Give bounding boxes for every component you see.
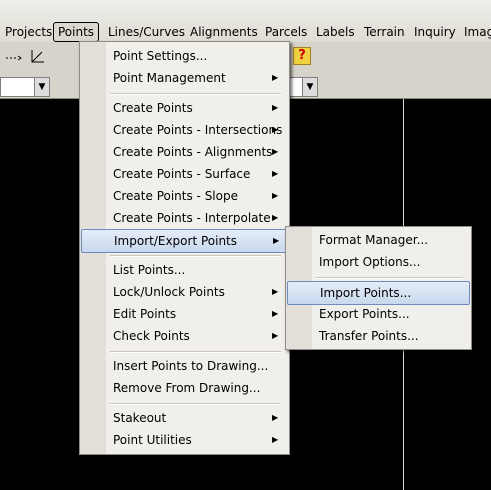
menu-item-create-points-slope[interactable]: Create Points - Slope ▶ bbox=[81, 185, 286, 207]
menu-item-import-export-points[interactable]: Import/Export Points ▶ bbox=[81, 229, 288, 253]
menu-item-label: Remove From Drawing... bbox=[113, 381, 261, 395]
menubar-item-parcels[interactable]: Parcels bbox=[261, 23, 311, 41]
menu-item-label: Create Points - Alignments bbox=[113, 145, 273, 159]
style-combo[interactable]: ▼ bbox=[288, 77, 318, 97]
submenu-arrow-icon: ▶ bbox=[272, 435, 279, 444]
menu-item-label: Create Points - Surface bbox=[113, 167, 251, 181]
menu-item-point-settings[interactable]: Point Settings... bbox=[81, 45, 286, 67]
menubar-item-image[interactable]: Image bbox=[460, 23, 491, 41]
menu-item-label: List Points... bbox=[113, 263, 186, 277]
menu-item-label: Point Management bbox=[113, 71, 226, 85]
menubar-item-projects[interactable]: Projects bbox=[1, 23, 56, 41]
menu-item-label: Check Points bbox=[113, 329, 190, 343]
menubar-item-labels[interactable]: Labels bbox=[312, 23, 359, 41]
chevron-down-icon[interactable]: ▼ bbox=[302, 78, 317, 96]
menubar-item-terrain[interactable]: Terrain bbox=[360, 23, 409, 41]
menubar-item-alignments[interactable]: Alignments bbox=[186, 23, 262, 41]
menu-item-list-points[interactable]: List Points... bbox=[81, 259, 286, 281]
submenu-item-format-manager[interactable]: Format Manager... bbox=[287, 229, 468, 251]
menu-item-label: Insert Points to Drawing... bbox=[113, 359, 269, 373]
menu-separator bbox=[110, 351, 281, 353]
submenu-arrow-icon: ▶ bbox=[272, 213, 279, 222]
menubar-item-inquiry[interactable]: Inquiry bbox=[410, 23, 460, 41]
menu-item-point-utilities[interactable]: Point Utilities ▶ bbox=[81, 429, 286, 451]
submenu-arrow-icon: ▶ bbox=[272, 287, 279, 296]
submenu-arrow-icon: ▶ bbox=[273, 236, 280, 245]
menu-item-label: Point Settings... bbox=[113, 49, 208, 63]
menu-item-create-points[interactable]: Create Points ▶ bbox=[81, 97, 286, 119]
menu-item-label: Create Points - Interpolate bbox=[113, 211, 271, 225]
menu-item-edit-points[interactable]: Edit Points ▶ bbox=[81, 303, 286, 325]
submenu-arrow-icon: ▶ bbox=[272, 73, 279, 82]
menu-item-label: Point Utilities bbox=[113, 433, 192, 447]
dotted-line-icon[interactable] bbox=[4, 46, 24, 66]
menu-item-label: Create Points - Intersections bbox=[113, 123, 283, 137]
menubar-item-points[interactable]: Points bbox=[53, 22, 100, 42]
menu-separator bbox=[110, 255, 281, 257]
submenu-item-import-points[interactable]: Import Points... bbox=[287, 281, 470, 305]
menu-item-label: Edit Points bbox=[113, 307, 177, 321]
menu-separator bbox=[110, 403, 281, 405]
angle-icon[interactable] bbox=[28, 46, 48, 66]
submenu-arrow-icon: ▶ bbox=[272, 191, 279, 200]
menu-item-remove-from-drawing[interactable]: Remove From Drawing... bbox=[81, 377, 286, 399]
chevron-down-icon[interactable]: ▼ bbox=[34, 78, 49, 96]
menu-item-lock-unlock-points[interactable]: Lock/Unlock Points ▶ bbox=[81, 281, 286, 303]
submenu-item-transfer-points[interactable]: Transfer Points... bbox=[287, 325, 468, 347]
submenu-arrow-icon: ▶ bbox=[272, 125, 279, 134]
submenu-arrow-icon: ▶ bbox=[272, 413, 279, 422]
menu-item-label: Import Options... bbox=[319, 255, 421, 269]
menu-item-create-points-intersections[interactable]: Create Points - Intersections ▶ bbox=[81, 119, 286, 141]
menu-item-label: Format Manager... bbox=[319, 233, 429, 247]
menu-bar: Projects Points Lines/Curves Alignments Parc… bbox=[0, 0, 491, 43]
menu-item-label: Transfer Points... bbox=[319, 329, 419, 343]
layer-combo[interactable]: ▼ bbox=[0, 77, 50, 97]
submenu-arrow-icon: ▶ bbox=[272, 147, 279, 156]
submenu-arrow-icon: ▶ bbox=[272, 103, 279, 112]
menu-item-create-points-interpolate[interactable]: Create Points - Interpolate ▶ bbox=[81, 207, 286, 229]
submenu-item-import-options[interactable]: Import Options... bbox=[287, 251, 468, 273]
menu-item-label: Create Points bbox=[113, 101, 193, 115]
import-export-submenu: Format Manager... Import Options... Import… bbox=[285, 226, 472, 350]
menu-item-label: Create Points - Slope bbox=[113, 189, 238, 203]
menu-item-label: Export Points... bbox=[319, 307, 410, 321]
submenu-arrow-icon: ▶ bbox=[272, 169, 279, 178]
submenu-item-export-points[interactable]: Export Points... bbox=[287, 303, 468, 325]
submenu-arrow-icon: ▶ bbox=[272, 309, 279, 318]
menu-separator bbox=[110, 93, 281, 95]
menu-item-stakeout[interactable]: Stakeout ▶ bbox=[81, 407, 286, 429]
menu-item-point-management[interactable]: Point Management ▶ bbox=[81, 67, 286, 89]
menu-item-label: Lock/Unlock Points bbox=[113, 285, 225, 299]
menu-item-check-points[interactable]: Check Points ▶ bbox=[81, 325, 286, 347]
menu-separator bbox=[316, 277, 463, 279]
submenu-arrow-icon: ▶ bbox=[272, 331, 279, 340]
help-icon[interactable]: ? bbox=[293, 47, 311, 65]
menu-item-create-points-alignments[interactable]: Create Points - Alignments ▶ bbox=[81, 141, 286, 163]
menubar-item-lines-curves[interactable]: Lines/Curves bbox=[104, 23, 189, 41]
menu-item-label: Import/Export Points bbox=[114, 234, 238, 248]
menu-item-label: Stakeout bbox=[113, 411, 167, 425]
points-menu: Point Settings... Point Management ▶ Create… bbox=[79, 41, 290, 455]
menu-item-insert-points-to-drawing[interactable]: Insert Points to Drawing... bbox=[81, 355, 286, 377]
menu-item-create-points-surface[interactable]: Create Points - Surface ▶ bbox=[81, 163, 286, 185]
menu-item-label: Import Points... bbox=[320, 286, 412, 300]
